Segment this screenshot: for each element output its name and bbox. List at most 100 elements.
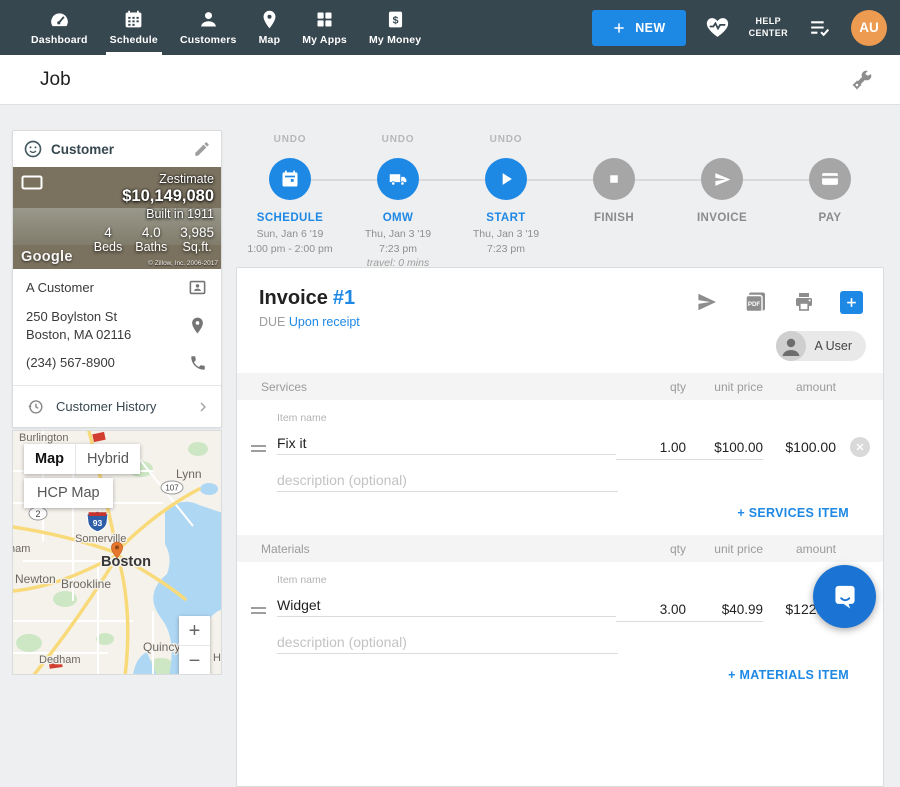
edit-pencil-icon[interactable] bbox=[193, 140, 211, 158]
nav-tab-my-money[interactable]: $ My Money bbox=[358, 0, 432, 55]
heart-pulse-icon[interactable] bbox=[705, 15, 730, 40]
nav-tabs: Dashboard Schedule Customers Map My Apps… bbox=[0, 0, 432, 55]
pay-step-circle[interactable] bbox=[809, 158, 851, 200]
money-icon: $ bbox=[385, 9, 406, 30]
service-item-row: Item name $100.00 bbox=[237, 400, 883, 460]
map-button-map[interactable]: Map bbox=[24, 444, 75, 474]
unit-price-column-header: unit price bbox=[686, 380, 763, 394]
timeline-step-omw[interactable]: UNDO OMW Thu, Jan 3 '197:23 pm travel: 0… bbox=[346, 134, 450, 269]
amount-column-header: amount bbox=[763, 542, 836, 556]
location-pin-icon[interactable] bbox=[188, 316, 207, 335]
baths-label: Baths bbox=[135, 240, 167, 254]
materials-header-label: Materials bbox=[237, 542, 616, 556]
svg-text:2: 2 bbox=[35, 509, 40, 519]
nav-label: Dashboard bbox=[31, 34, 88, 46]
customer-card: Customer Zestimate $10,149,080 Built in … bbox=[12, 130, 222, 428]
phone-icon[interactable] bbox=[189, 354, 207, 372]
undo-link[interactable]: UNDO bbox=[238, 134, 342, 148]
customer-history-row[interactable]: Customer History bbox=[13, 385, 221, 427]
contact-card-icon[interactable] bbox=[188, 278, 207, 297]
add-services-item-link[interactable]: + SERVICES ITEM bbox=[737, 506, 849, 520]
svg-text:$: $ bbox=[392, 14, 398, 26]
send-invoice-icon[interactable] bbox=[695, 290, 719, 314]
amount-column-header: amount bbox=[763, 380, 836, 394]
service-unit-price-input[interactable] bbox=[686, 436, 763, 460]
invoice-number[interactable]: #1 bbox=[333, 287, 355, 309]
due-value-link[interactable]: Upon receipt bbox=[289, 315, 360, 329]
nav-tab-customers[interactable]: Customers bbox=[169, 0, 248, 55]
map-button-hybrid[interactable]: Hybrid bbox=[75, 444, 140, 474]
step-label: SCHEDULE bbox=[238, 212, 342, 224]
help-center-link[interactable]: HELP CENTER bbox=[749, 16, 788, 39]
material-item-name-input[interactable] bbox=[277, 593, 616, 617]
drag-handle-icon[interactable] bbox=[251, 412, 277, 455]
nav-tab-map[interactable]: Map bbox=[248, 0, 292, 55]
page-header: Job bbox=[0, 55, 900, 105]
undo-link[interactable]: UNDO bbox=[346, 134, 450, 148]
schedule-step-circle[interactable] bbox=[269, 158, 311, 200]
property-stats: 4 4.0 3,985 Beds Baths Sq.ft. bbox=[94, 225, 214, 254]
service-qty-input[interactable] bbox=[616, 436, 686, 460]
service-description-input[interactable] bbox=[277, 468, 618, 492]
add-materials-row: + MATERIALS ITEM bbox=[237, 654, 883, 697]
chat-support-button[interactable] bbox=[813, 565, 876, 628]
map-zoom-out-button[interactable]: − bbox=[179, 646, 210, 675]
material-description-row bbox=[237, 622, 883, 654]
chevron-right-icon bbox=[195, 399, 211, 415]
services-header-label: Services bbox=[237, 380, 616, 394]
nav-tab-my-apps[interactable]: My Apps bbox=[291, 0, 358, 55]
add-materials-item-link[interactable]: + MATERIALS ITEM bbox=[728, 668, 849, 682]
material-description-input[interactable] bbox=[277, 630, 618, 654]
customer-history-label: Customer History bbox=[56, 399, 184, 414]
timeline-step-schedule[interactable]: UNDO SCHEDULE Sun, Jan 6 '191:00 pm - 2:… bbox=[238, 134, 342, 269]
step-label: OMW bbox=[346, 212, 450, 224]
job-tools-icon[interactable] bbox=[850, 68, 874, 92]
material-unit-price-input[interactable] bbox=[686, 598, 763, 622]
map-label-boston: Boston bbox=[101, 554, 151, 570]
timeline-step-start[interactable]: UNDO START Thu, Jan 3 '197:23 pm bbox=[454, 134, 558, 269]
material-item-row: Item name $122.97 bbox=[237, 562, 883, 622]
street-view-icon[interactable] bbox=[21, 175, 43, 190]
print-icon[interactable] bbox=[792, 290, 816, 314]
map-widget[interactable]: 93 2 107 Burlington Lynn Somerville ham … bbox=[12, 430, 222, 675]
checklist-icon[interactable] bbox=[807, 15, 832, 40]
timeline-step-invoice[interactable]: INVOICE bbox=[670, 134, 774, 269]
pdf-icon[interactable]: PDF bbox=[743, 290, 768, 314]
map-button-hcp[interactable]: HCP Map bbox=[24, 478, 113, 508]
omw-step-circle[interactable] bbox=[377, 158, 419, 200]
invoice-step-circle[interactable] bbox=[701, 158, 743, 200]
timeline-step-pay[interactable]: PAY bbox=[778, 134, 882, 269]
service-item-name-input[interactable] bbox=[277, 431, 616, 455]
start-step-circle[interactable] bbox=[485, 158, 527, 200]
map-zoom-in-button[interactable]: + bbox=[179, 616, 210, 646]
nav-tab-schedule[interactable]: Schedule bbox=[99, 0, 169, 55]
beds-value: 4 bbox=[94, 225, 123, 240]
assignee-chip[interactable]: A User bbox=[776, 331, 866, 361]
add-invoice-button[interactable] bbox=[840, 291, 863, 314]
material-qty-input[interactable] bbox=[616, 598, 686, 622]
history-icon bbox=[26, 397, 45, 416]
calendar-icon bbox=[280, 169, 300, 189]
property-photo[interactable]: Zestimate $10,149,080 Built in 1911 4 4.… bbox=[13, 167, 221, 269]
map-label-hi: Hi bbox=[213, 652, 222, 664]
route2-shield: 2 bbox=[29, 507, 47, 520]
new-button[interactable]: NEW bbox=[592, 10, 685, 46]
service-amount: $100.00 bbox=[763, 412, 836, 455]
due-label: DUE bbox=[259, 315, 285, 329]
finish-step-circle[interactable] bbox=[593, 158, 635, 200]
user-avatar[interactable]: AU bbox=[851, 10, 887, 46]
customers-icon bbox=[198, 9, 219, 30]
new-button-label: NEW bbox=[635, 21, 665, 35]
step-dates: Thu, Jan 3 '197:23 pm bbox=[346, 227, 450, 257]
drag-handle-icon[interactable] bbox=[251, 574, 277, 617]
plus-icon bbox=[845, 296, 858, 309]
play-icon bbox=[496, 169, 516, 189]
map-type-buttons: Map Hybrid bbox=[24, 444, 140, 474]
nav-tab-dashboard[interactable]: Dashboard bbox=[20, 0, 99, 55]
avatar-initials: AU bbox=[859, 20, 879, 35]
timeline-step-finish[interactable]: FINISH bbox=[562, 134, 666, 269]
undo-link[interactable]: UNDO bbox=[454, 134, 558, 148]
invoice-header: Invoice#1 DUE Upon receipt PDF A User bbox=[237, 268, 883, 373]
remove-service-item-button[interactable] bbox=[850, 437, 870, 457]
qty-column-header: qty bbox=[616, 380, 686, 394]
